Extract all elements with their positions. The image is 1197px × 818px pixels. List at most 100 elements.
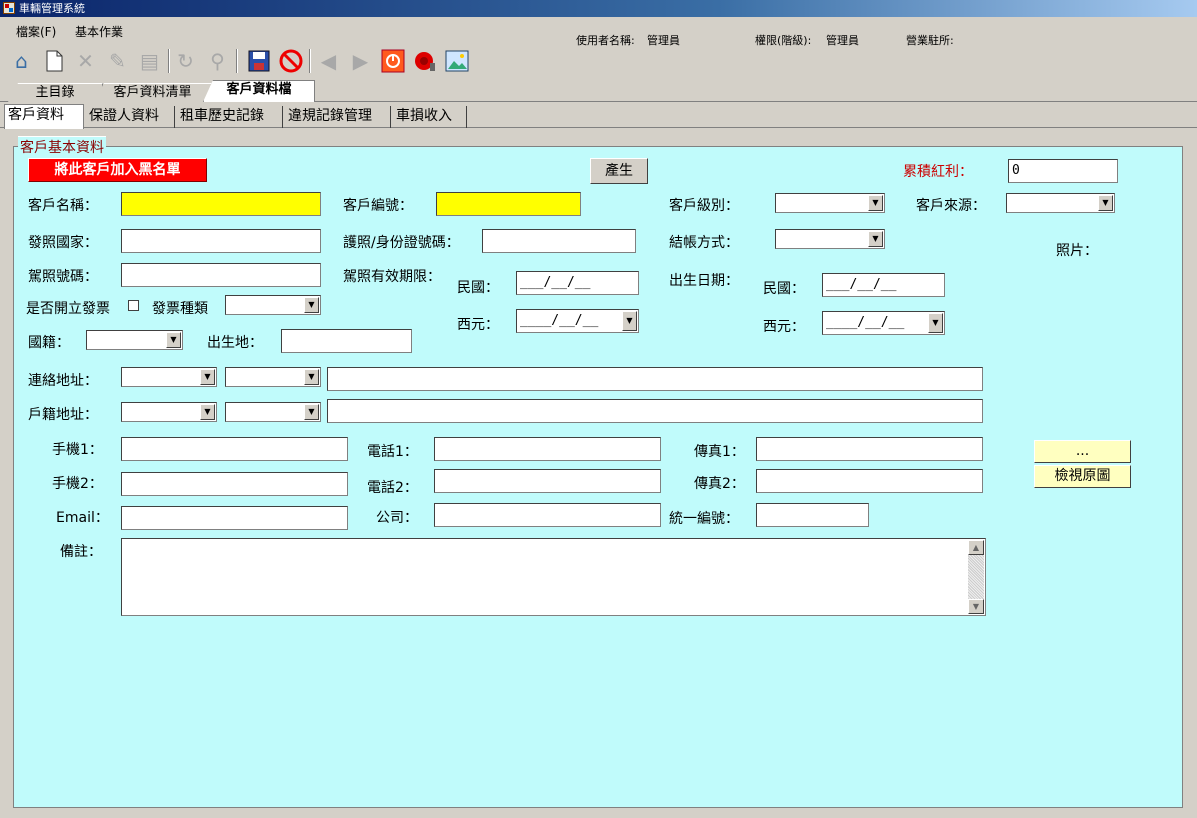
invoice-label: 是否開立發票: [26, 301, 110, 317]
menu-basic[interactable]: 基本作業: [75, 23, 123, 40]
level-select[interactable]: ▼: [775, 193, 885, 213]
mobile1-field[interactable]: [121, 437, 348, 461]
nationality-select[interactable]: ▼: [86, 330, 183, 350]
print-icon[interactable]: ▤: [136, 47, 163, 74]
generate-button[interactable]: 產生: [590, 158, 648, 184]
alarm-icon[interactable]: [411, 47, 438, 74]
scroll-down-icon[interactable]: ▼: [968, 599, 984, 614]
note-textarea[interactable]: ▲ ▼: [121, 538, 986, 616]
search-icon[interactable]: ⚲: [204, 47, 231, 74]
invoice-type-label: 發票種類: [152, 301, 208, 317]
tab-customer-file[interactable]: 客戶資料檔: [203, 80, 315, 102]
photo-label: 照片：: [1056, 243, 1098, 259]
source-label: 客戶來源：: [916, 198, 986, 214]
customer-id-field[interactable]: [436, 192, 581, 216]
forward-icon[interactable]: ▶: [347, 47, 374, 74]
reg-city-select[interactable]: ▼: [121, 402, 217, 422]
view-original-button[interactable]: 檢視原圖: [1034, 465, 1131, 488]
tab-rental-history[interactable]: 租車歷史記錄: [177, 106, 283, 128]
license-ad-label: 西元：: [457, 317, 499, 333]
home-icon[interactable]: ⌂: [8, 47, 35, 74]
billing-select[interactable]: ▼: [775, 229, 885, 249]
chevron-down-icon[interactable]: ▼: [868, 231, 883, 247]
bonus-field[interactable]: 0: [1008, 159, 1118, 183]
fax1-field[interactable]: [756, 437, 983, 461]
back-icon[interactable]: ◀: [315, 47, 342, 74]
delete-icon[interactable]: ✕: [72, 47, 99, 74]
tab-main-menu[interactable]: 主目錄: [8, 83, 103, 102]
taxid-label: 統一編號：: [669, 511, 739, 527]
menu-file[interactable]: 檔案(F): [16, 23, 56, 40]
chevron-down-icon[interactable]: ▼: [200, 369, 215, 385]
window-title: 車輛管理系統: [19, 2, 85, 15]
mobile2-label: 手機2：: [52, 476, 103, 492]
group-title: 客戶基本資料: [18, 136, 106, 157]
source-select[interactable]: ▼: [1006, 193, 1115, 213]
mobile2-field[interactable]: [121, 472, 348, 496]
phone1-field[interactable]: [434, 437, 661, 461]
blacklist-button[interactable]: 將此客戶加入黑名單: [28, 158, 207, 182]
tab-guarantor[interactable]: 保證人資料: [86, 106, 175, 128]
menu-bar: 檔案(F) 基本作業 使用者名稱: 管理員 權限(階級): 管理員 營業駐所:: [0, 17, 1197, 47]
email-field[interactable]: [121, 506, 348, 530]
main-tab-strip: 主目錄 客戶資料清單 客戶資料檔: [0, 80, 1197, 102]
chevron-down-icon[interactable]: ▼: [304, 297, 319, 313]
license-roc-date[interactable]: ___/__/__: [516, 271, 639, 295]
invoice-type-select[interactable]: ▼: [225, 295, 321, 315]
reg-address-field[interactable]: [327, 399, 983, 423]
refresh-icon[interactable]: ↻: [172, 47, 199, 74]
tab-customer-info[interactable]: 客戶資料: [4, 104, 84, 129]
tab-customer-list[interactable]: 客戶資料清單: [94, 83, 212, 102]
chevron-down-icon[interactable]: ▼: [166, 332, 181, 348]
chevron-down-icon[interactable]: ▼: [1098, 195, 1113, 211]
image-icon[interactable]: [443, 47, 470, 74]
id-label: 客戶編號：: [343, 198, 413, 214]
scroll-up-icon[interactable]: ▲: [968, 540, 984, 555]
contact-address-field[interactable]: [327, 367, 983, 391]
phone2-field[interactable]: [434, 469, 661, 493]
save-icon[interactable]: [245, 47, 272, 74]
birthplace-label: 出生地：: [207, 335, 263, 351]
taxid-field[interactable]: [756, 503, 869, 527]
browse-photo-button[interactable]: ...: [1034, 440, 1131, 463]
fax1-label: 傳真1：: [694, 444, 745, 460]
chevron-down-icon[interactable]: ▼: [200, 404, 215, 420]
passport-label: 護照/身份證號碼：: [343, 235, 460, 251]
customer-name-field[interactable]: [121, 192, 321, 216]
license-field[interactable]: [121, 263, 321, 287]
new-icon[interactable]: [40, 47, 67, 74]
license-exp-label: 駕照有效期限：: [343, 269, 441, 285]
fax2-label: 傳真2：: [694, 476, 745, 492]
billing-label: 結帳方式：: [669, 235, 739, 251]
cancel-icon[interactable]: [277, 47, 304, 74]
level-label: 客戶級別：: [669, 198, 739, 214]
chevron-down-icon[interactable]: ▼: [304, 369, 319, 385]
power-icon[interactable]: [379, 47, 406, 74]
license-roc-label: 民國：: [457, 280, 499, 296]
fax2-field[interactable]: [756, 469, 983, 493]
chevron-down-icon[interactable]: ▼: [622, 311, 637, 331]
name-label: 客戶名稱：: [28, 198, 98, 214]
contact-district-select[interactable]: ▼: [225, 367, 321, 387]
license-ad-date[interactable]: ____/__/__ ▼: [516, 309, 639, 333]
birth-ad-date[interactable]: ____/__/__ ▼: [822, 311, 945, 335]
birth-roc-date[interactable]: ___/__/__: [822, 273, 945, 297]
contact-city-select[interactable]: ▼: [121, 367, 217, 387]
tab-damage-income[interactable]: 車損收入: [393, 106, 467, 128]
company-field[interactable]: [434, 503, 661, 527]
tab-violation[interactable]: 違規記錄管理: [285, 106, 391, 128]
edit-icon[interactable]: ✎: [104, 47, 131, 74]
chevron-down-icon[interactable]: ▼: [928, 313, 943, 333]
chevron-down-icon[interactable]: ▼: [304, 404, 319, 420]
note-scrollbar[interactable]: ▲ ▼: [968, 540, 984, 614]
title-bar: 車輛管理系統: [0, 0, 1197, 17]
country-field[interactable]: [121, 229, 321, 253]
reg-district-select[interactable]: ▼: [225, 402, 321, 422]
birth-label: 出生日期：: [669, 273, 739, 289]
passport-field[interactable]: [482, 229, 636, 253]
contact-addr-label: 連絡地址：: [28, 373, 98, 389]
invoice-checkbox[interactable]: [128, 300, 139, 311]
birthplace-field[interactable]: [281, 329, 412, 353]
sub-tab-strip: 客戶資料 保證人資料 租車歷史記錄 違規記錄管理 車損收入: [0, 104, 1197, 129]
chevron-down-icon[interactable]: ▼: [868, 195, 883, 211]
